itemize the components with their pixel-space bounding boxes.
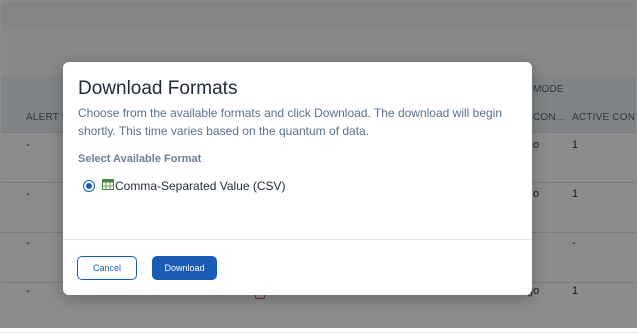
dialog-description: Choose from the available formats and cl… bbox=[78, 106, 503, 138]
csv-file-icon bbox=[102, 178, 114, 190]
csv-radio-button[interactable] bbox=[83, 180, 95, 192]
format-section-label: Select Available Format bbox=[78, 153, 202, 165]
csv-option-label: Comma-Separated Value (CSV) bbox=[115, 179, 286, 193]
download-button[interactable]: Download bbox=[152, 256, 217, 280]
cancel-button[interactable]: Cancel bbox=[77, 256, 137, 280]
dialog-title: Download Formats bbox=[78, 78, 238, 99]
download-formats-dialog: Download Formats Choose from the availab… bbox=[63, 62, 532, 295]
footer-divider bbox=[63, 239, 532, 240]
format-option-csv[interactable]: Comma-Separated Value (CSV) bbox=[83, 176, 286, 196]
